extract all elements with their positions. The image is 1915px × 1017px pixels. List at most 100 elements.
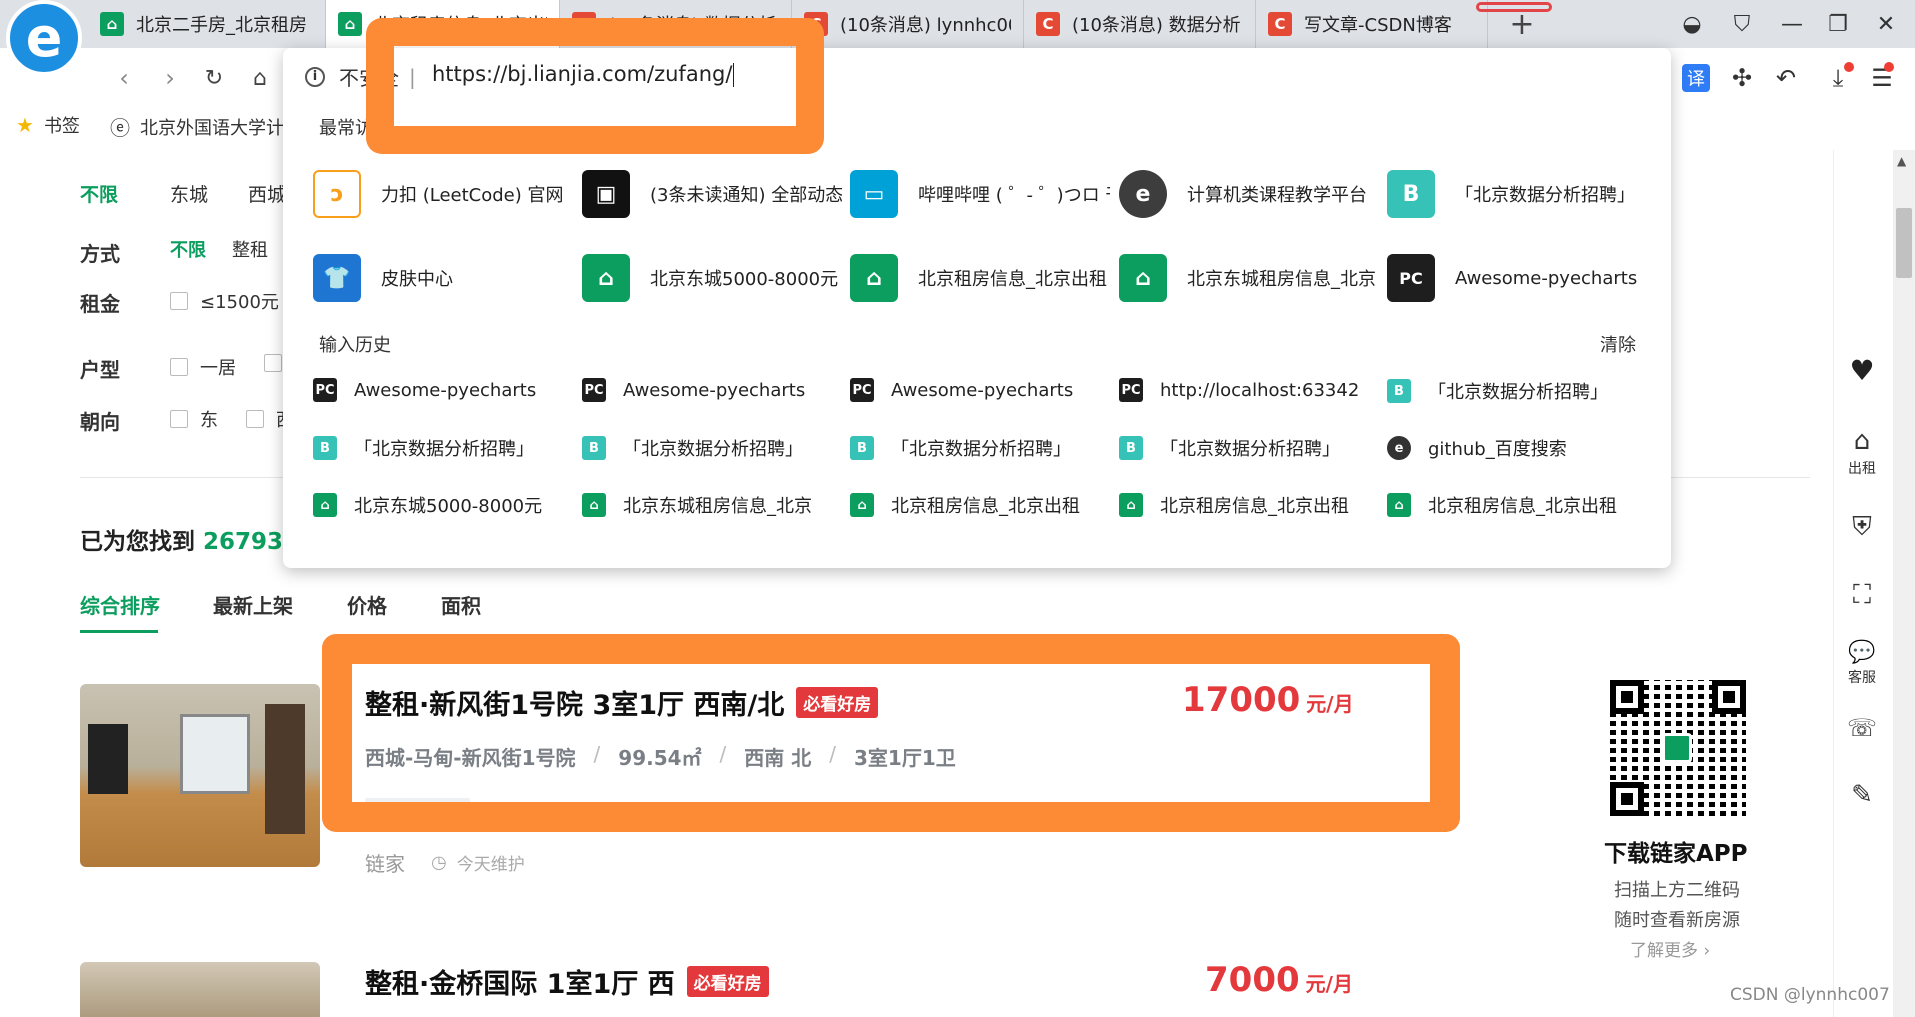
filter-area-xicheng[interactable]: 西城 <box>248 180 286 207</box>
bookmark-label: 北京外国语大学计 <box>140 117 284 139</box>
listing-photo[interactable] <box>80 684 320 867</box>
frequent-item[interactable]: B 「北京数据分析招聘」 <box>1387 170 1647 218</box>
history-item[interactable]: PC Awesome-pyecharts <box>313 378 553 402</box>
forward-button[interactable]: › <box>152 62 188 94</box>
scroll-up-arrow[interactable]: ▲ <box>1897 154 1906 168</box>
frequent-item[interactable]: ⌂ 北京东城5000-8000元 <box>582 254 842 302</box>
sort-tab-newest[interactable]: 最新上架 <box>213 590 293 619</box>
learn-more-link[interactable]: 了解更多 › <box>1630 936 1710 961</box>
filter-mode-all[interactable]: 不限 <box>170 236 206 262</box>
history-label: 北京租房信息_北京出租 <box>1160 496 1349 517</box>
frequent-item[interactable]: ⌂ 北京东城租房信息_北京 <box>1119 254 1379 302</box>
phone-button[interactable]: ☏ <box>1836 714 1888 742</box>
history-item[interactable]: B 「北京数据分析招聘」 <box>1387 378 1627 404</box>
feedback-button[interactable]: ✎ <box>1836 780 1888 810</box>
frequent-section-label: 最常访问 <box>319 118 391 139</box>
history-item[interactable]: B 「北京数据分析招聘」 <box>1119 435 1359 461</box>
extensions-icon[interactable]: ✣ <box>1724 60 1760 96</box>
reload-button[interactable]: ↻ <box>196 62 232 94</box>
bookmark-item[interactable]: ⓔ 北京外国语大学计 <box>110 112 285 141</box>
tab-beijing-zufang[interactable]: ⌂ 北京租房信息_北京出租 <box>326 0 560 48</box>
translate-icon[interactable]: 译 <box>1682 64 1710 92</box>
filter-area-dongcheng[interactable]: 东城 <box>170 180 208 207</box>
new-tab-button[interactable]: + <box>1504 6 1540 42</box>
frequent-item[interactable]: ▭ 哔哩哔哩 ( ゜- ゜)つロ 干杯 <box>850 170 1110 218</box>
history-item[interactable]: ⌂ 北京租房信息_北京出租 <box>850 492 1090 518</box>
pycharm-icon: PC <box>582 378 606 402</box>
filter-rent-option[interactable]: ≤1500元 <box>170 288 279 314</box>
scan-button[interactable]: ⛶ <box>1836 580 1888 611</box>
checkbox[interactable] <box>170 410 188 428</box>
sort-tab-area[interactable]: 面积 <box>441 590 481 619</box>
checkbox[interactable] <box>170 358 188 376</box>
checkbox[interactable] <box>246 410 264 428</box>
frequent-item[interactable]: ↄ 力扣 (LeetCode) 官网 <box>313 170 573 218</box>
history-item[interactable]: ⌂ 北京租房信息_北京出租 <box>1387 492 1627 518</box>
shirt-icon[interactable]: ⛉ <box>1722 6 1762 42</box>
minimize-button[interactable]: — <box>1772 6 1812 42</box>
safety-button[interactable]: ⛨ <box>1836 512 1888 543</box>
history-item[interactable]: e github_百度搜索 <box>1387 435 1627 461</box>
tab-csdn-2[interactable]: C (10条消息) lynnhc007 <box>792 0 1024 48</box>
listing-photo[interactable] <box>80 962 320 1017</box>
history-item[interactable]: B 「北京数据分析招聘」 <box>313 435 553 461</box>
history-label: 北京租房信息_北京出租 <box>1428 496 1617 517</box>
filter-orientation-east[interactable]: 东 <box>170 406 218 432</box>
tab-csdn-write[interactable]: C 写文章-CSDN博客 <box>1256 0 1488 48</box>
lianjia-icon: ⌂ <box>338 12 362 36</box>
history-label: 北京东城租房信息_北京 <box>623 496 812 517</box>
leetcode-icon: ↄ <box>313 170 361 218</box>
pycharm-icon: PC <box>1387 254 1435 302</box>
frequent-label: 北京租房信息_北京出租 <box>918 269 1107 290</box>
tab-csdn-3[interactable]: C (10条消息) 数据分析 <box>1024 0 1256 48</box>
history-item[interactable]: B 「北京数据分析招聘」 <box>850 435 1090 461</box>
address-input[interactable]: https://bj.lianjia.com/zufang/ <box>432 62 735 87</box>
history-item[interactable]: ⌂ 北京东城租房信息_北京 <box>582 492 822 518</box>
history-label: http://localhost:63342 <box>1160 379 1359 401</box>
sort-tab-default[interactable]: 综合排序 <box>80 590 160 619</box>
checkbox[interactable] <box>264 354 282 372</box>
back-button[interactable]: ‹ <box>106 62 142 94</box>
site-security-info[interactable]: i 不安全 | <box>305 62 416 91</box>
history-item[interactable]: PC Awesome-pyecharts <box>850 378 1090 402</box>
filter-layout-option[interactable]: 一居 <box>170 354 236 380</box>
checkbox[interactable] <box>170 292 188 310</box>
filter-area-all[interactable]: 不限 <box>80 180 118 207</box>
frequent-item[interactable]: e 计算机类课程教学平台 <box>1119 170 1379 218</box>
close-button[interactable]: ✕ <box>1866 6 1906 42</box>
history-item[interactable]: B 「北京数据分析招聘」 <box>582 435 822 461</box>
boss-icon: B <box>313 436 337 460</box>
menu-icon[interactable]: ☰ <box>1864 60 1900 96</box>
listing-highlight-annotation <box>322 634 1460 832</box>
bilibili-icon: ▭ <box>850 170 898 218</box>
sort-tab-underline <box>80 630 158 633</box>
filter-mode-whole[interactable]: 整租 <box>232 236 268 262</box>
listing-title[interactable]: 整租·金桥国际 1室1厅 西 必看好房 <box>365 962 769 1001</box>
restore-button[interactable]: ❐ <box>1818 6 1858 42</box>
scrollbar-thumb[interactable] <box>1896 208 1912 278</box>
sort-tab-price[interactable]: 价格 <box>347 590 387 619</box>
home-button[interactable]: ⌂ <box>242 62 278 94</box>
frequent-item[interactable]: 👕 皮肤中心 <box>313 254 573 302</box>
history-label: Awesome-pyecharts <box>354 379 537 401</box>
history-item[interactable]: ⌂ 北京租房信息_北京出租 <box>1119 492 1359 518</box>
frequent-item[interactable]: ▣ (3条未读通知) 全部动态 <box>582 170 842 218</box>
browser-logo-icon[interactable]: e <box>6 0 82 76</box>
mask-icon[interactable]: ◒ <box>1672 6 1712 42</box>
frequent-label: 力扣 (LeetCode) 官网 <box>381 185 564 206</box>
undo-icon[interactable]: ↶ <box>1768 60 1804 96</box>
customer-service-button[interactable]: 💬 客服 <box>1836 640 1888 687</box>
rent-out-button[interactable]: ⌂ 出租 <box>1836 426 1888 478</box>
frequent-item[interactable]: ⌂ 北京租房信息_北京出租 <box>850 254 1110 302</box>
history-item[interactable]: PC http://localhost:63342 <box>1119 378 1359 402</box>
tab-beijing-ershoufang[interactable]: ⌂ 北京二手房_北京租房 <box>88 0 326 48</box>
history-item[interactable]: PC Awesome-pyecharts <box>582 378 822 402</box>
clear-history-button[interactable]: 清除 <box>1600 331 1636 357</box>
tab-csdn-1[interactable]: C (10条消息) 数据分析 <box>560 0 792 48</box>
favorites-button[interactable]: ♥ <box>1836 354 1888 387</box>
history-item[interactable]: ⌂ 北京东城5000-8000元 <box>313 492 553 518</box>
frequent-item[interactable]: PC Awesome-pyecharts <box>1387 254 1647 302</box>
bookmark-folder[interactable]: ★ 书签 <box>16 112 80 138</box>
page-scrollbar[interactable] <box>1893 150 1915 1017</box>
browser-icon: e <box>1119 170 1167 218</box>
